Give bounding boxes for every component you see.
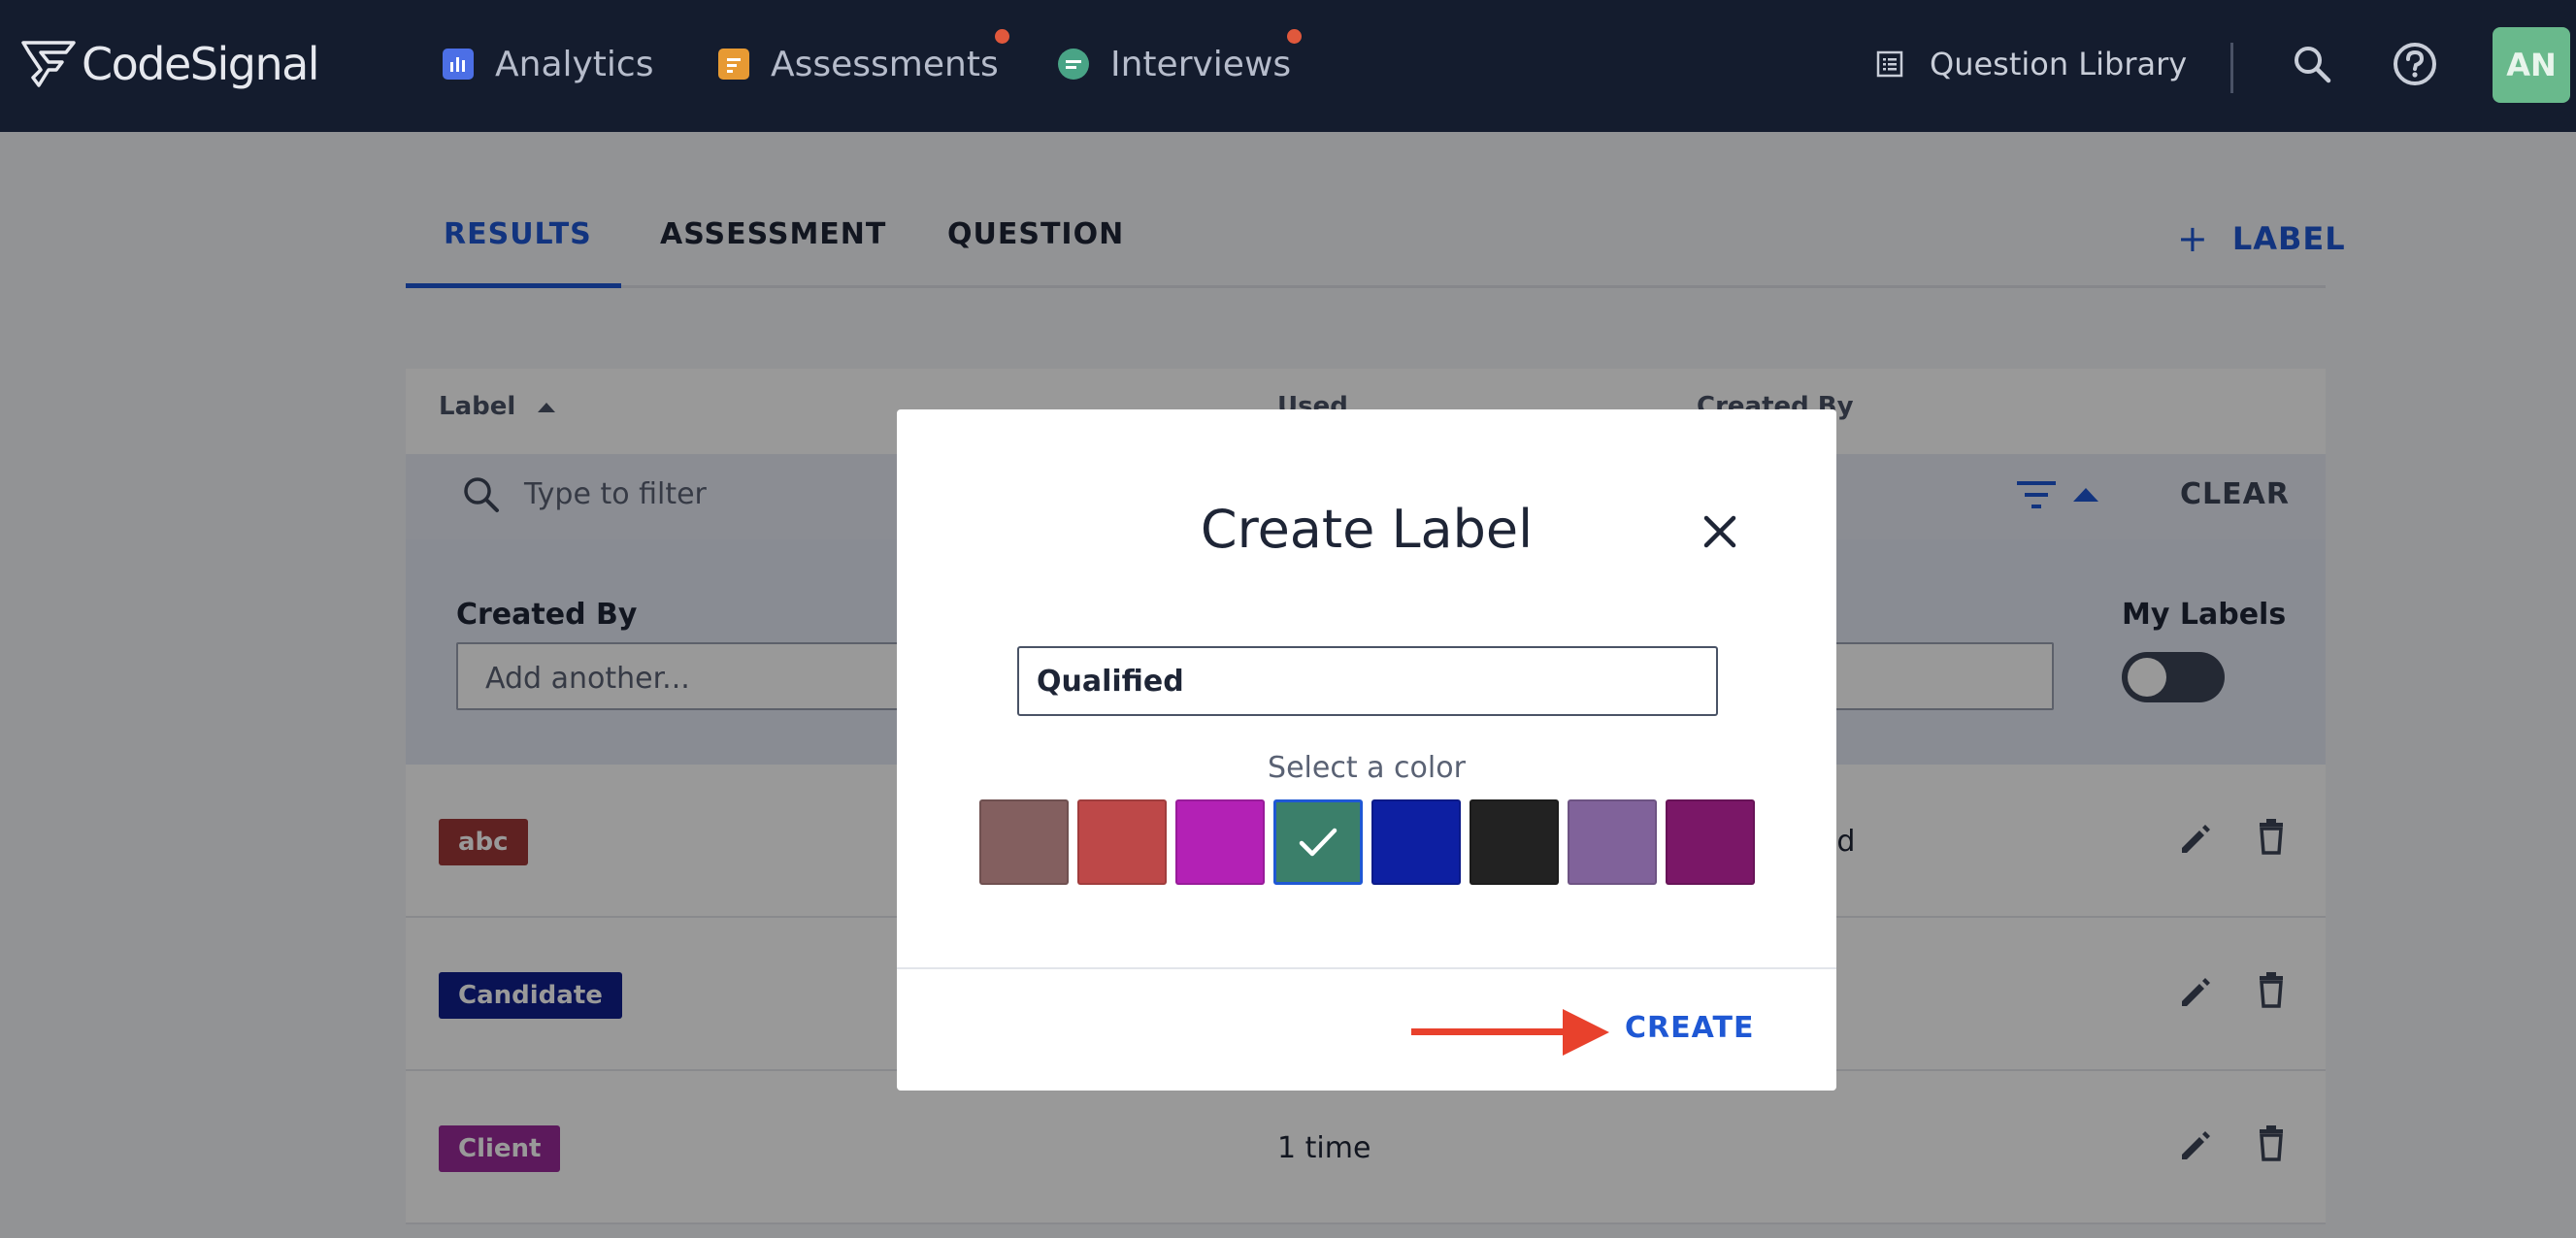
- top-nav: CodeSignal Analytics Assessments Intervi…: [0, 0, 2576, 132]
- chat-icon: [1058, 49, 1089, 80]
- search-icon: [2295, 47, 2331, 83]
- nav-assessments-label: Assessments: [771, 44, 999, 84]
- nav-analytics-label: Analytics: [495, 44, 654, 84]
- nav-interviews[interactable]: Interviews: [1058, 37, 1291, 91]
- create-label-dialog: Create Label Select a color CREATE: [897, 409, 1836, 1091]
- color-swatch-selected[interactable]: [1273, 799, 1363, 885]
- codesignal-logo[interactable]: CodeSignal: [19, 35, 320, 93]
- question-library-link[interactable]: Question Library: [1875, 39, 2187, 89]
- color-swatch[interactable]: [979, 799, 1069, 885]
- color-swatch[interactable]: [1470, 799, 1559, 885]
- annotation-arrow-icon: [1411, 1009, 1609, 1056]
- dialog-divider: [897, 967, 1836, 969]
- assessments-notification-dot: [995, 29, 1009, 44]
- nav-assessments[interactable]: Assessments: [718, 37, 999, 91]
- codesignal-logo-icon: [21, 41, 76, 87]
- question-library-label: Question Library: [1930, 46, 2188, 82]
- help-icon: [2394, 43, 2436, 85]
- search-button[interactable]: [2285, 37, 2339, 91]
- nav-analytics[interactable]: Analytics: [443, 37, 653, 91]
- interviews-notification-dot: [1287, 29, 1302, 44]
- color-swatch[interactable]: [1077, 799, 1167, 885]
- nav-interviews-label: Interviews: [1110, 44, 1292, 84]
- avatar[interactable]: AN: [2493, 27, 2570, 103]
- clipboard-icon: [718, 49, 749, 80]
- bar-chart-icon: [443, 49, 474, 80]
- color-swatch[interactable]: [1371, 799, 1461, 885]
- nav-divider: [2230, 43, 2233, 93]
- help-button[interactable]: [2388, 37, 2442, 91]
- label-name-input[interactable]: [1017, 646, 1718, 716]
- color-swatch[interactable]: [1175, 799, 1265, 885]
- checkmark-icon: [1299, 828, 1338, 857]
- color-swatch[interactable]: [1568, 799, 1657, 885]
- select-color-label: Select a color: [1268, 751, 1466, 785]
- list-icon: [1876, 50, 1903, 78]
- close-icon[interactable]: [1695, 506, 1745, 557]
- logo-text: CodeSignal: [82, 38, 320, 90]
- create-button[interactable]: CREATE: [1625, 1011, 1754, 1045]
- color-swatch[interactable]: [1666, 799, 1755, 885]
